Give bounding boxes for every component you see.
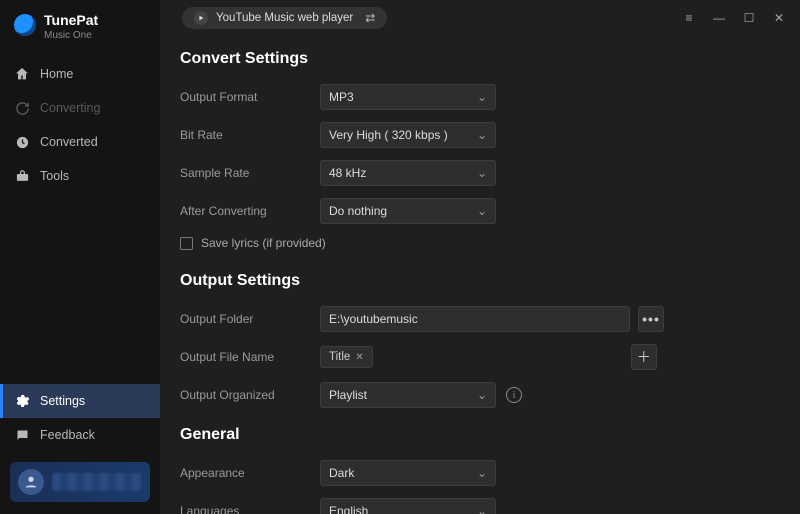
sidebar-item-label: Home <box>40 67 73 81</box>
maximize-button[interactable]: ☐ <box>742 11 756 25</box>
select-value: English <box>329 504 368 514</box>
nav-top: Home Converting Converted Tools <box>0 57 160 193</box>
select-appearance[interactable]: Dark ⌄ <box>320 460 496 486</box>
settings-content: Convert Settings Output Format MP3 ⌄ Bit… <box>160 36 800 514</box>
row-appearance: Appearance Dark ⌄ <box>180 460 770 486</box>
avatar-icon <box>18 469 44 495</box>
sidebar-item-converting[interactable]: Converting <box>0 91 160 125</box>
row-output-folder: Output Folder E:\youtubemusic ••• <box>180 306 770 332</box>
home-icon <box>14 66 30 82</box>
chevron-down-icon: ⌄ <box>477 90 487 104</box>
select-value: Playlist <box>329 388 367 402</box>
label-save-lyrics: Save lyrics (if provided) <box>201 236 326 250</box>
label-bit-rate: Bit Rate <box>180 128 320 142</box>
info-icon[interactable]: i <box>506 387 522 403</box>
select-bit-rate[interactable]: Very High ( 320 kbps ) ⌄ <box>320 122 496 148</box>
sidebar: TunePat Music One Home Converting Conver… <box>0 0 160 514</box>
sidebar-item-converted[interactable]: Converted <box>0 125 160 159</box>
select-after-converting[interactable]: Do nothing ⌄ <box>320 198 496 224</box>
select-value: 48 kHz <box>329 166 366 180</box>
label-languages: Languages <box>180 504 320 514</box>
brand-subtitle: Music One <box>44 30 98 41</box>
row-output-file-name: Output File Name Title ✕ ＋ <box>180 344 770 370</box>
close-icon[interactable]: ✕ <box>355 352 363 363</box>
sidebar-item-feedback[interactable]: Feedback <box>0 418 160 452</box>
chevron-down-icon: ⌄ <box>477 466 487 480</box>
chat-icon <box>14 427 30 443</box>
row-save-lyrics: Save lyrics (if provided) <box>180 236 770 250</box>
add-filename-tag-button[interactable]: ＋ <box>631 344 657 370</box>
sidebar-item-tools[interactable]: Tools <box>0 159 160 193</box>
label-sample-rate: Sample Rate <box>180 166 320 180</box>
chevron-down-icon: ⌄ <box>477 166 487 180</box>
select-value: Very High ( 320 kbps ) <box>329 128 448 142</box>
sidebar-item-label: Feedback <box>40 428 95 442</box>
menu-icon[interactable]: ≡ <box>682 11 696 25</box>
label-output-format: Output Format <box>180 90 320 104</box>
row-output-format: Output Format MP3 ⌄ <box>180 84 770 110</box>
select-value: MP3 <box>329 90 354 104</box>
label-output-file-name: Output File Name <box>180 350 320 364</box>
swap-icon: ⇄ <box>365 11 375 25</box>
row-output-organized: Output Organized Playlist ⌄ i <box>180 382 770 408</box>
clock-icon <box>14 134 30 150</box>
refresh-icon <box>14 100 30 116</box>
ellipsis-icon: ••• <box>642 311 660 327</box>
user-card[interactable] <box>10 462 150 502</box>
checkbox-save-lyrics[interactable] <box>180 237 193 250</box>
section-title-convert: Convert Settings <box>180 50 770 68</box>
row-bit-rate: Bit Rate Very High ( 320 kbps ) ⌄ <box>180 122 770 148</box>
brand-logo-icon <box>14 14 36 36</box>
chevron-down-icon: ⌄ <box>477 504 487 514</box>
input-output-folder[interactable]: E:\youtubemusic <box>320 306 630 332</box>
chevron-down-icon: ⌄ <box>477 388 487 402</box>
section-title-output: Output Settings <box>180 272 770 290</box>
play-circle-icon <box>194 11 208 25</box>
gear-icon <box>14 393 30 409</box>
source-pill[interactable]: YouTube Music web player ⇄ <box>182 7 387 29</box>
input-value: E:\youtubemusic <box>329 312 418 326</box>
label-output-organized: Output Organized <box>180 388 320 402</box>
plus-icon: ＋ <box>637 347 651 367</box>
titlebar: YouTube Music web player ⇄ ≡ ― ☐ ✕ <box>160 0 800 36</box>
label-appearance: Appearance <box>180 466 320 480</box>
sidebar-item-settings[interactable]: Settings <box>0 384 160 418</box>
minimize-button[interactable]: ― <box>712 11 726 25</box>
user-name-blurred <box>52 473 142 491</box>
select-sample-rate[interactable]: 48 kHz ⌄ <box>320 160 496 186</box>
row-after-converting: After Converting Do nothing ⌄ <box>180 198 770 224</box>
select-output-organized[interactable]: Playlist ⌄ <box>320 382 496 408</box>
section-title-general: General <box>180 426 770 444</box>
chevron-down-icon: ⌄ <box>477 128 487 142</box>
brand: TunePat Music One <box>0 0 160 51</box>
window-controls: ≡ ― ☐ ✕ <box>682 11 790 25</box>
label-output-folder: Output Folder <box>180 312 320 326</box>
row-languages: Languages English ⌄ <box>180 498 770 514</box>
label-after-converting: After Converting <box>180 204 320 218</box>
filename-chip-title[interactable]: Title ✕ <box>320 346 373 368</box>
sidebar-item-label: Tools <box>40 169 69 183</box>
app-window: TunePat Music One Home Converting Conver… <box>0 0 800 514</box>
source-label: YouTube Music web player <box>216 12 353 24</box>
chip-label: Title <box>329 351 350 363</box>
sidebar-item-label: Converting <box>40 101 100 115</box>
select-output-format[interactable]: MP3 ⌄ <box>320 84 496 110</box>
toolbox-icon <box>14 168 30 184</box>
nav-bottom: Settings Feedback <box>0 384 160 452</box>
close-button[interactable]: ✕ <box>772 11 786 25</box>
sidebar-item-home[interactable]: Home <box>0 57 160 91</box>
browse-folder-button[interactable]: ••• <box>638 306 664 332</box>
row-sample-rate: Sample Rate 48 kHz ⌄ <box>180 160 770 186</box>
brand-title: TunePat <box>44 12 98 28</box>
select-value: Do nothing <box>329 204 387 218</box>
select-languages[interactable]: English ⌄ <box>320 498 496 514</box>
chevron-down-icon: ⌄ <box>477 204 487 218</box>
sidebar-item-label: Converted <box>40 135 98 149</box>
select-value: Dark <box>329 466 354 480</box>
sidebar-item-label: Settings <box>40 394 85 408</box>
main-panel: YouTube Music web player ⇄ ≡ ― ☐ ✕ Conve… <box>160 0 800 514</box>
